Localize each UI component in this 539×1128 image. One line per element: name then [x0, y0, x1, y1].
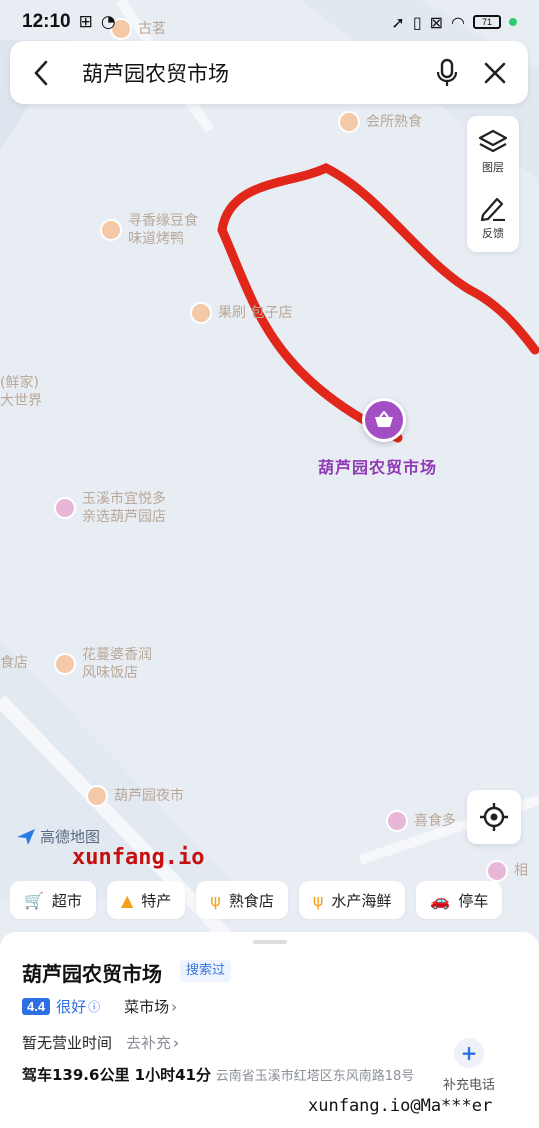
feedback-label: 反馈 [482, 227, 504, 240]
car-icon: 🚗 [430, 890, 451, 910]
vibrate-icon: ▯ [412, 12, 422, 32]
microphone-icon [436, 58, 458, 86]
poi-icon [190, 302, 212, 324]
layers-label: 图层 [482, 161, 504, 174]
chip-seafood[interactable]: ψ 水产海鲜 [298, 881, 406, 919]
poi-icon [54, 653, 76, 675]
poi-restaurant[interactable]: 花蔓婆香润 风味饭店 [54, 646, 166, 682]
layers-icon [478, 129, 508, 153]
info-icon[interactable]: ⓘ [88, 998, 100, 1015]
rating-score: 4.4 [22, 998, 51, 1015]
poi-icon [54, 497, 76, 519]
voice-search-button[interactable] [430, 56, 464, 90]
poi-food-shop[interactable]: 食店 [0, 654, 28, 672]
layers-button[interactable]: 图层 [467, 120, 519, 184]
poi-icon [86, 785, 108, 807]
close-icon [484, 62, 506, 83]
map-tools-panel: 图层 反馈 [467, 116, 519, 252]
address-text: 云南省玉溪市红塔区东风南路18号 [215, 1069, 415, 1084]
my-location-button[interactable] [467, 790, 521, 844]
drive-info: 驾车139.6公里 1小时41分 云南省玉溪市红塔区东风南路18号 [22, 1065, 427, 1087]
hours-row: 暂无营业时间 去补充 › [22, 1032, 180, 1053]
chip-parking[interactable]: 🚗 停车 [416, 881, 503, 919]
add-phone-label: 补充电话 [442, 1078, 495, 1093]
privacy-indicator-icon [509, 18, 517, 26]
sheet-drag-handle[interactable] [253, 940, 287, 944]
poi-roast-duck[interactable]: 寻香缘豆食 味道烤鸭 [100, 212, 204, 248]
add-hours-link[interactable]: 去补充 › [126, 1032, 179, 1053]
rating-word: 很好 [56, 998, 87, 1016]
wifi-icon: ◠ [451, 12, 465, 32]
place-title: 葫芦园农贸市场 [22, 962, 162, 986]
basket-icon [375, 411, 393, 427]
map-view[interactable]: 古茗 会所熟食 寻香缘豆食 味道烤鸭 果刷 包子店 (鲜家) 大世界 玉溪市宜悦… [0, 0, 539, 940]
category-chips: 🛒 超市 ▲ 特产 ψ 熟食店 ψ 水产海鲜 🚗 停车 [10, 881, 539, 921]
search-bar[interactable]: 葫芦园农贸市场 [10, 41, 528, 104]
map-background [0, 0, 539, 940]
poi-icon [486, 860, 508, 882]
status-time: 12:10 [22, 11, 71, 32]
edit-pencil-icon [480, 197, 505, 221]
poi-deli[interactable]: 会所熟食 [338, 111, 422, 133]
chip-specialty[interactable]: ▲ 特产 [106, 881, 186, 919]
location-arrow-icon: ➚ [391, 12, 405, 32]
battery-icon: 71 [473, 15, 501, 29]
destination-marker[interactable] [362, 398, 406, 442]
feedback-button[interactable]: 反馈 [467, 186, 519, 250]
poi-icon [386, 810, 408, 832]
back-button[interactable] [26, 58, 56, 88]
drive-distance-time: 驾车139.6公里 1小时41分 [22, 1066, 211, 1084]
pet-icon: ◔ [100, 12, 116, 32]
chevron-right-icon: › [171, 998, 178, 1016]
amap-logo-icon [17, 828, 35, 845]
poi-partial[interactable]: 相 [486, 860, 528, 882]
poi-world[interactable]: (鲜家) 大世界 [0, 374, 54, 410]
amap-logo: 高德地图 [16, 826, 100, 847]
bag-icon: ▲ [120, 890, 134, 910]
add-phone-button[interactable]: + 补充电话 [438, 1038, 500, 1093]
utensils-icon: ψ [312, 890, 324, 910]
searched-badge: 搜索过 [180, 960, 232, 982]
poi-xishiduo[interactable]: 喜食多 [386, 810, 456, 832]
chevron-left-icon [34, 60, 48, 85]
clear-search-button[interactable] [478, 56, 512, 90]
poi-icon [100, 219, 122, 241]
rating-row: 4.4 很好 ⓘ 菜市场 › [22, 996, 177, 1017]
search-input[interactable]: 葫芦园农贸市场 [82, 58, 416, 88]
plus-icon: + [454, 1038, 484, 1068]
poi-bun-shop[interactable]: 果刷 包子店 [190, 302, 292, 324]
app-notification-icon: ⊞ [78, 12, 93, 32]
chevron-right-icon: › [173, 1034, 180, 1052]
poi-night-market[interactable]: 葫芦园夜市 [86, 785, 184, 807]
crosshair-icon [480, 803, 508, 831]
status-bar: 12:10 ⊞ ◔ ➚ ▯ ⊠ ◠ 71 [0, 0, 539, 44]
watermark-bottom: xunfang.io@Ma***er [308, 1096, 493, 1116]
poi-supermarket[interactable]: 玉溪市宜悦多 亲选葫芦园店 [54, 490, 182, 526]
chip-supermarket[interactable]: 🛒 超市 [10, 881, 96, 919]
marker-label: 葫芦园农贸市场 [318, 458, 438, 477]
utensils-icon: ψ [210, 890, 221, 910]
category-link[interactable]: 菜市场 › [124, 996, 177, 1017]
cart-icon: 🛒 [24, 890, 44, 910]
chip-deli[interactable]: ψ 熟食店 [196, 881, 288, 919]
no-sim-icon: ⊠ [429, 12, 444, 32]
watermark-top: xunfang.io [72, 845, 205, 870]
poi-icon [338, 111, 360, 133]
